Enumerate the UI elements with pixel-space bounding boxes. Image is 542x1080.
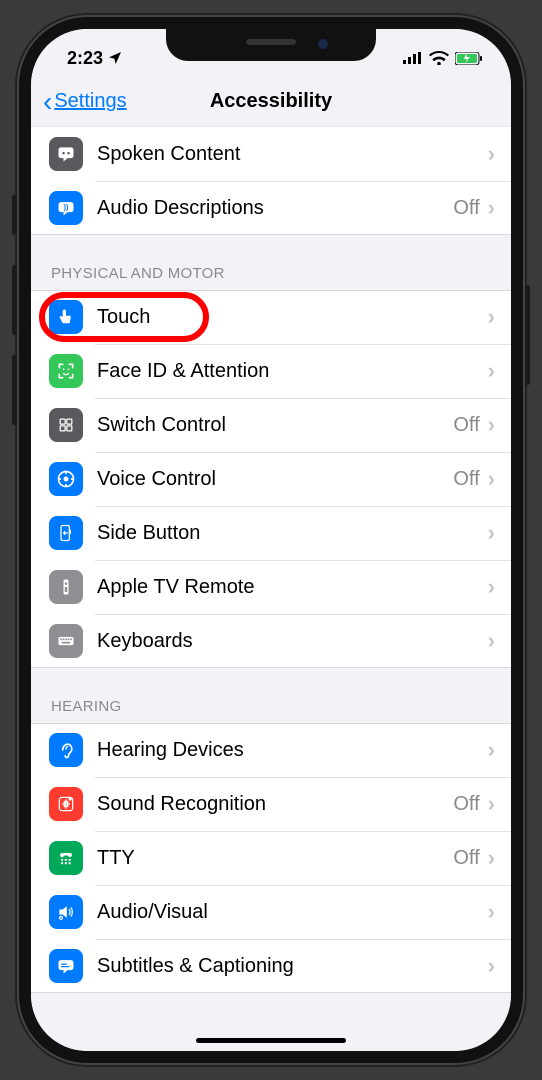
row-keyboards[interactable]: Keyboards › — [31, 614, 511, 668]
chevron-right-icon: › — [488, 899, 495, 925]
back-button[interactable]: ‹ Settings — [43, 88, 127, 116]
chevron-right-icon: › — [488, 574, 495, 600]
touch-icon — [49, 300, 83, 334]
volume-down — [12, 355, 17, 425]
row-value: Off — [453, 468, 479, 491]
screen: 2:23 ‹ Settings Accessibility Spo — [31, 29, 511, 1051]
chevron-right-icon: › — [488, 304, 495, 330]
av-icon — [49, 895, 83, 929]
row-sound-recognition[interactable]: Sound Recognition Off › — [31, 777, 511, 831]
row-label: Audio Descriptions — [97, 197, 453, 220]
row-label: Spoken Content — [97, 143, 488, 166]
power-button — [525, 285, 530, 385]
row-spoken-content[interactable]: Spoken Content › — [31, 127, 511, 181]
nav-title: Accessibility — [210, 90, 332, 113]
row-label: Subtitles & Captioning — [97, 955, 488, 978]
notch — [166, 29, 376, 61]
row-label: Keyboards — [97, 630, 488, 653]
row-label: Face ID & Attention — [97, 360, 488, 383]
row-touch[interactable]: Touch › — [31, 290, 511, 344]
phone-frame: 2:23 ‹ Settings Accessibility Spo — [17, 15, 525, 1065]
chevron-right-icon: › — [488, 520, 495, 546]
chevron-right-icon: › — [488, 195, 495, 221]
svg-text:)): )) — [64, 203, 69, 212]
nav-bar: ‹ Settings Accessibility — [31, 77, 511, 127]
row-side-button[interactable]: Side Button › — [31, 506, 511, 560]
cellular-icon — [403, 52, 423, 64]
chevron-right-icon: › — [488, 466, 495, 492]
chevron-right-icon: › — [488, 953, 495, 979]
row-value: Off — [453, 847, 479, 870]
faceid-icon — [49, 354, 83, 388]
row-subtitles[interactable]: Subtitles & Captioning › — [31, 939, 511, 993]
audio-desc-icon: )) — [49, 191, 83, 225]
status-time: 2:23 — [67, 48, 103, 69]
row-label: Sound Recognition — [97, 793, 453, 816]
tty-icon — [49, 841, 83, 875]
row-voice-control[interactable]: Voice Control Off › — [31, 452, 511, 506]
row-audio-visual[interactable]: Audio/Visual › — [31, 885, 511, 939]
back-chevron-icon: ‹ — [43, 88, 52, 116]
row-audio-descriptions[interactable]: )) Audio Descriptions Off › — [31, 181, 511, 235]
mute-switch — [12, 195, 17, 235]
home-indicator[interactable] — [196, 1038, 346, 1043]
row-label: Voice Control — [97, 468, 453, 491]
row-apple-tv-remote[interactable]: Apple TV Remote › — [31, 560, 511, 614]
speech-icon — [49, 137, 83, 171]
section-header-physical: PHYSICAL AND MOTOR — [31, 235, 511, 290]
back-label: Settings — [54, 90, 126, 113]
row-label: Apple TV Remote — [97, 576, 488, 599]
chevron-right-icon: › — [488, 628, 495, 654]
row-value: Off — [453, 197, 479, 220]
switch-icon — [49, 408, 83, 442]
row-label: Side Button — [97, 522, 488, 545]
row-switch-control[interactable]: Switch Control Off › — [31, 398, 511, 452]
wifi-icon — [429, 51, 449, 65]
ear-icon — [49, 733, 83, 767]
subtitles-icon — [49, 949, 83, 983]
row-value: Off — [453, 793, 479, 816]
chevron-right-icon: › — [488, 412, 495, 438]
sidebtn-icon — [49, 516, 83, 550]
row-label: Switch Control — [97, 414, 453, 437]
content-scroll[interactable]: Spoken Content › )) Audio Descriptions O… — [31, 127, 511, 1051]
row-label: Touch — [97, 306, 488, 329]
row-label: TTY — [97, 847, 453, 870]
battery-icon — [455, 52, 483, 65]
chevron-right-icon: › — [488, 791, 495, 817]
row-tty[interactable]: TTY Off › — [31, 831, 511, 885]
row-faceid[interactable]: Face ID & Attention › — [31, 344, 511, 398]
chevron-right-icon: › — [488, 141, 495, 167]
row-hearing-devices[interactable]: Hearing Devices › — [31, 723, 511, 777]
chevron-right-icon: › — [488, 845, 495, 871]
location-icon — [107, 50, 123, 66]
row-label: Audio/Visual — [97, 901, 488, 924]
remote-icon — [49, 570, 83, 604]
section-header-hearing: HEARING — [31, 668, 511, 723]
row-value: Off — [453, 414, 479, 437]
keyboard-icon — [49, 624, 83, 658]
volume-up — [12, 265, 17, 335]
chevron-right-icon: › — [488, 737, 495, 763]
sound-icon — [49, 787, 83, 821]
row-label: Hearing Devices — [97, 739, 488, 762]
chevron-right-icon: › — [488, 358, 495, 384]
voice-icon — [49, 462, 83, 496]
